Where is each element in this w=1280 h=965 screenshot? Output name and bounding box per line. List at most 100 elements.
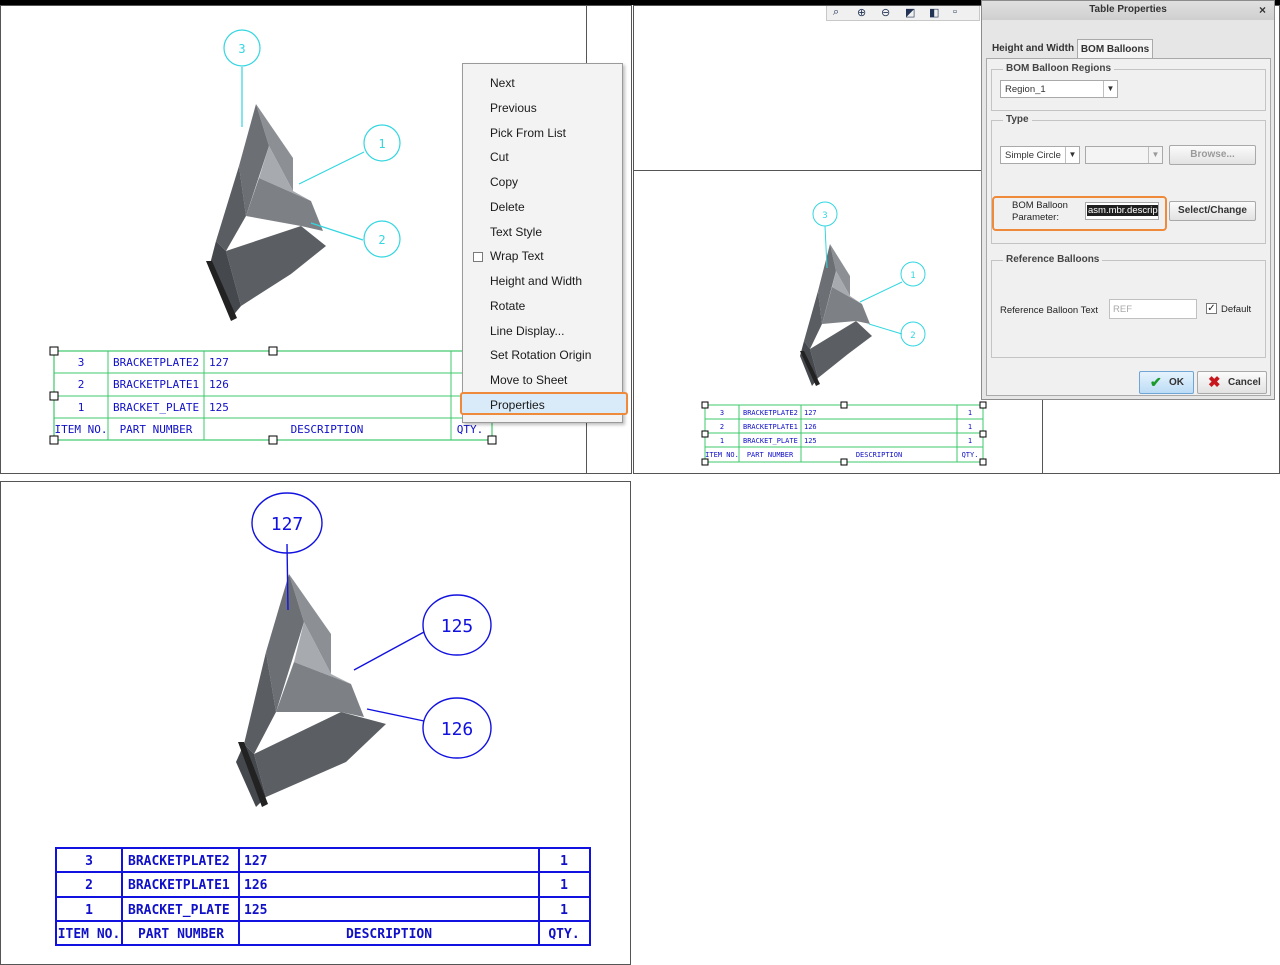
cell-part: BRACKETPLATE2 [743,409,798,417]
header-item: ITEM NO. [55,423,108,436]
balloon-label: 126 [441,719,474,740]
menu-previous[interactable]: Previous [490,101,537,115]
menu-properties[interactable]: Properties [490,398,545,412]
symbol-select: ▼ [1085,146,1163,164]
menu-next[interactable]: Next [490,76,515,90]
menu-line-display[interactable]: Line Display... [490,324,564,338]
bracket-part [236,574,386,807]
tab-bom-balloons[interactable]: BOM Balloons [1077,39,1153,58]
menu-delete[interactable]: Delete [490,200,525,214]
balloon-126[interactable]: 126 [422,697,492,759]
balloon-label: 1 [910,271,915,281]
default-checkbox[interactable]: ✓ [1206,303,1217,314]
cell-part: BRACKETPLATE2 [113,356,199,369]
param-label-1: BOM Balloon [1012,200,1068,211]
cell-desc: 127 [209,356,229,369]
cell-item: 3 [78,356,85,369]
menu-move-to-sheet[interactable]: Move to Sheet [490,373,567,387]
header-item: ITEM NO. [705,451,739,459]
balloon-1[interactable]: 1 [900,261,926,287]
param-label-2: Parameter: [1012,212,1059,223]
balloon-label: 2 [910,331,915,341]
balloon-label: 3 [238,42,245,56]
bom-table[interactable]: 3 BRACKETPLATE2 127 1 2 BRACKETPLATE1 12… [701,401,987,466]
cell-part: BRACKETPLATE2 [128,854,230,869]
ok-button[interactable]: ✔ OK [1139,371,1194,394]
ok-label: OK [1169,377,1184,388]
type-value: Simple Circle [1005,150,1061,161]
group-label: BOM Balloon Regions [1003,63,1114,74]
header-desc: DESCRIPTION [346,927,432,942]
balloon-2[interactable]: 2 [900,321,926,347]
header-qty: QTY. [457,423,484,436]
cell-item: 1 [720,437,724,445]
balloon-3[interactable]: 3 [812,201,838,227]
cell-desc: 127 [804,409,817,417]
chevron-down-icon: ▼ [1148,147,1162,163]
header-part: PART NUMBER [120,423,193,436]
balloon-3[interactable]: 3 [223,29,261,67]
menu-pick-from-list[interactable]: Pick From List [490,126,566,140]
cell-part: BRACKETPLATE1 [128,878,230,893]
cell-desc: 125 [244,903,267,918]
balloon-label: 2 [378,233,385,247]
balloon-label: 127 [271,514,304,535]
cell-item: 1 [78,401,85,414]
cell-item: 2 [720,423,724,431]
group-label: Reference Balloons [1003,254,1103,265]
cell-item: 3 [85,854,93,869]
drawing-panel-context-menu: 3 1 2 3 BRACKETPLATE2 127 2 BRACKETPLATE… [0,5,632,474]
browse-button[interactable]: Browse... [1169,145,1256,165]
select-change-button[interactable]: Select/Change [1169,201,1256,221]
balloon-125[interactable]: 125 [422,594,492,656]
bom-table[interactable]: 3 BRACKETPLATE2 127 1 2 BRACKETPLATE1 12… [55,847,591,946]
cell-item: 3 [720,409,724,417]
type-select[interactable]: Simple Circle ▼ [1000,146,1080,164]
tab-content: BOM Balloon Regions Region_1 ▼ Type Simp… [986,58,1271,396]
cell-qty: 1 [968,409,972,417]
param-field[interactable]: asm.mbr.descrip [1085,202,1159,220]
menu-wrap-text[interactable]: Wrap Text [490,249,544,263]
ref-text-label: Reference Balloon Text [1000,305,1099,316]
menu-height-and-width[interactable]: Height and Width [490,274,582,288]
cell-qty: 1 [968,437,972,445]
cell-part: BRACKET_PLATE [128,903,230,918]
dialog-title: Table Properties [1089,4,1167,15]
drawing-canvas[interactable]: 127 125 126 3 BRACKETPLATE2 127 1 2 BRAC [1,482,631,965]
region-select[interactable]: Region_1 ▼ [1000,80,1118,98]
ref-text-input[interactable]: REF [1109,299,1197,319]
balloon-label: 1 [378,137,385,151]
cell-qty: 1 [968,423,972,431]
chevron-down-icon: ▼ [1103,81,1117,97]
drawing-panel-result: 127 125 126 3 BRACKETPLATE2 127 1 2 BRAC [0,481,631,965]
cancel-label: Cancel [1228,377,1261,388]
cell-item: 2 [78,378,85,391]
menu-cut[interactable]: Cut [490,150,509,164]
cell-part: BRACKET_PLATE [743,437,798,445]
tab-height-and-width[interactable]: Height and Width [987,39,1079,58]
balloon-2[interactable]: 2 [363,220,401,258]
menu-copy[interactable]: Copy [490,175,518,189]
cell-part: BRACKETPLATE1 [113,378,199,391]
balloon-1[interactable]: 1 [363,124,401,162]
cancel-button[interactable]: ✖ Cancel [1197,371,1267,394]
cell-part: BRACKETPLATE1 [743,423,798,431]
bracket-part [800,244,872,386]
menu-set-rotation-origin[interactable]: Set Rotation Origin [490,348,591,362]
header-qty: QTY. [548,927,579,942]
header-item: ITEM NO. [58,927,121,942]
param-value: asm.mbr.descrip [1087,205,1158,216]
group-label: Type [1003,114,1032,125]
menu-text-style[interactable]: Text Style [490,225,542,239]
balloon-label: 125 [441,616,474,637]
cell-desc: 126 [804,423,817,431]
cell-desc: 125 [209,401,229,414]
wrap-text-checkbox[interactable] [473,252,483,262]
menu-rotate[interactable]: Rotate [490,299,525,313]
ref-text-placeholder: REF [1113,304,1132,315]
bom-table[interactable]: 3 BRACKETPLATE2 127 2 BRACKETPLATE1 126 … [49,346,497,445]
table-properties-dialog: Table Properties × Height and Width BOM … [981,0,1275,400]
header-qty: QTY. [962,451,979,459]
bracket-part [206,104,326,321]
close-icon[interactable]: × [1259,3,1266,17]
